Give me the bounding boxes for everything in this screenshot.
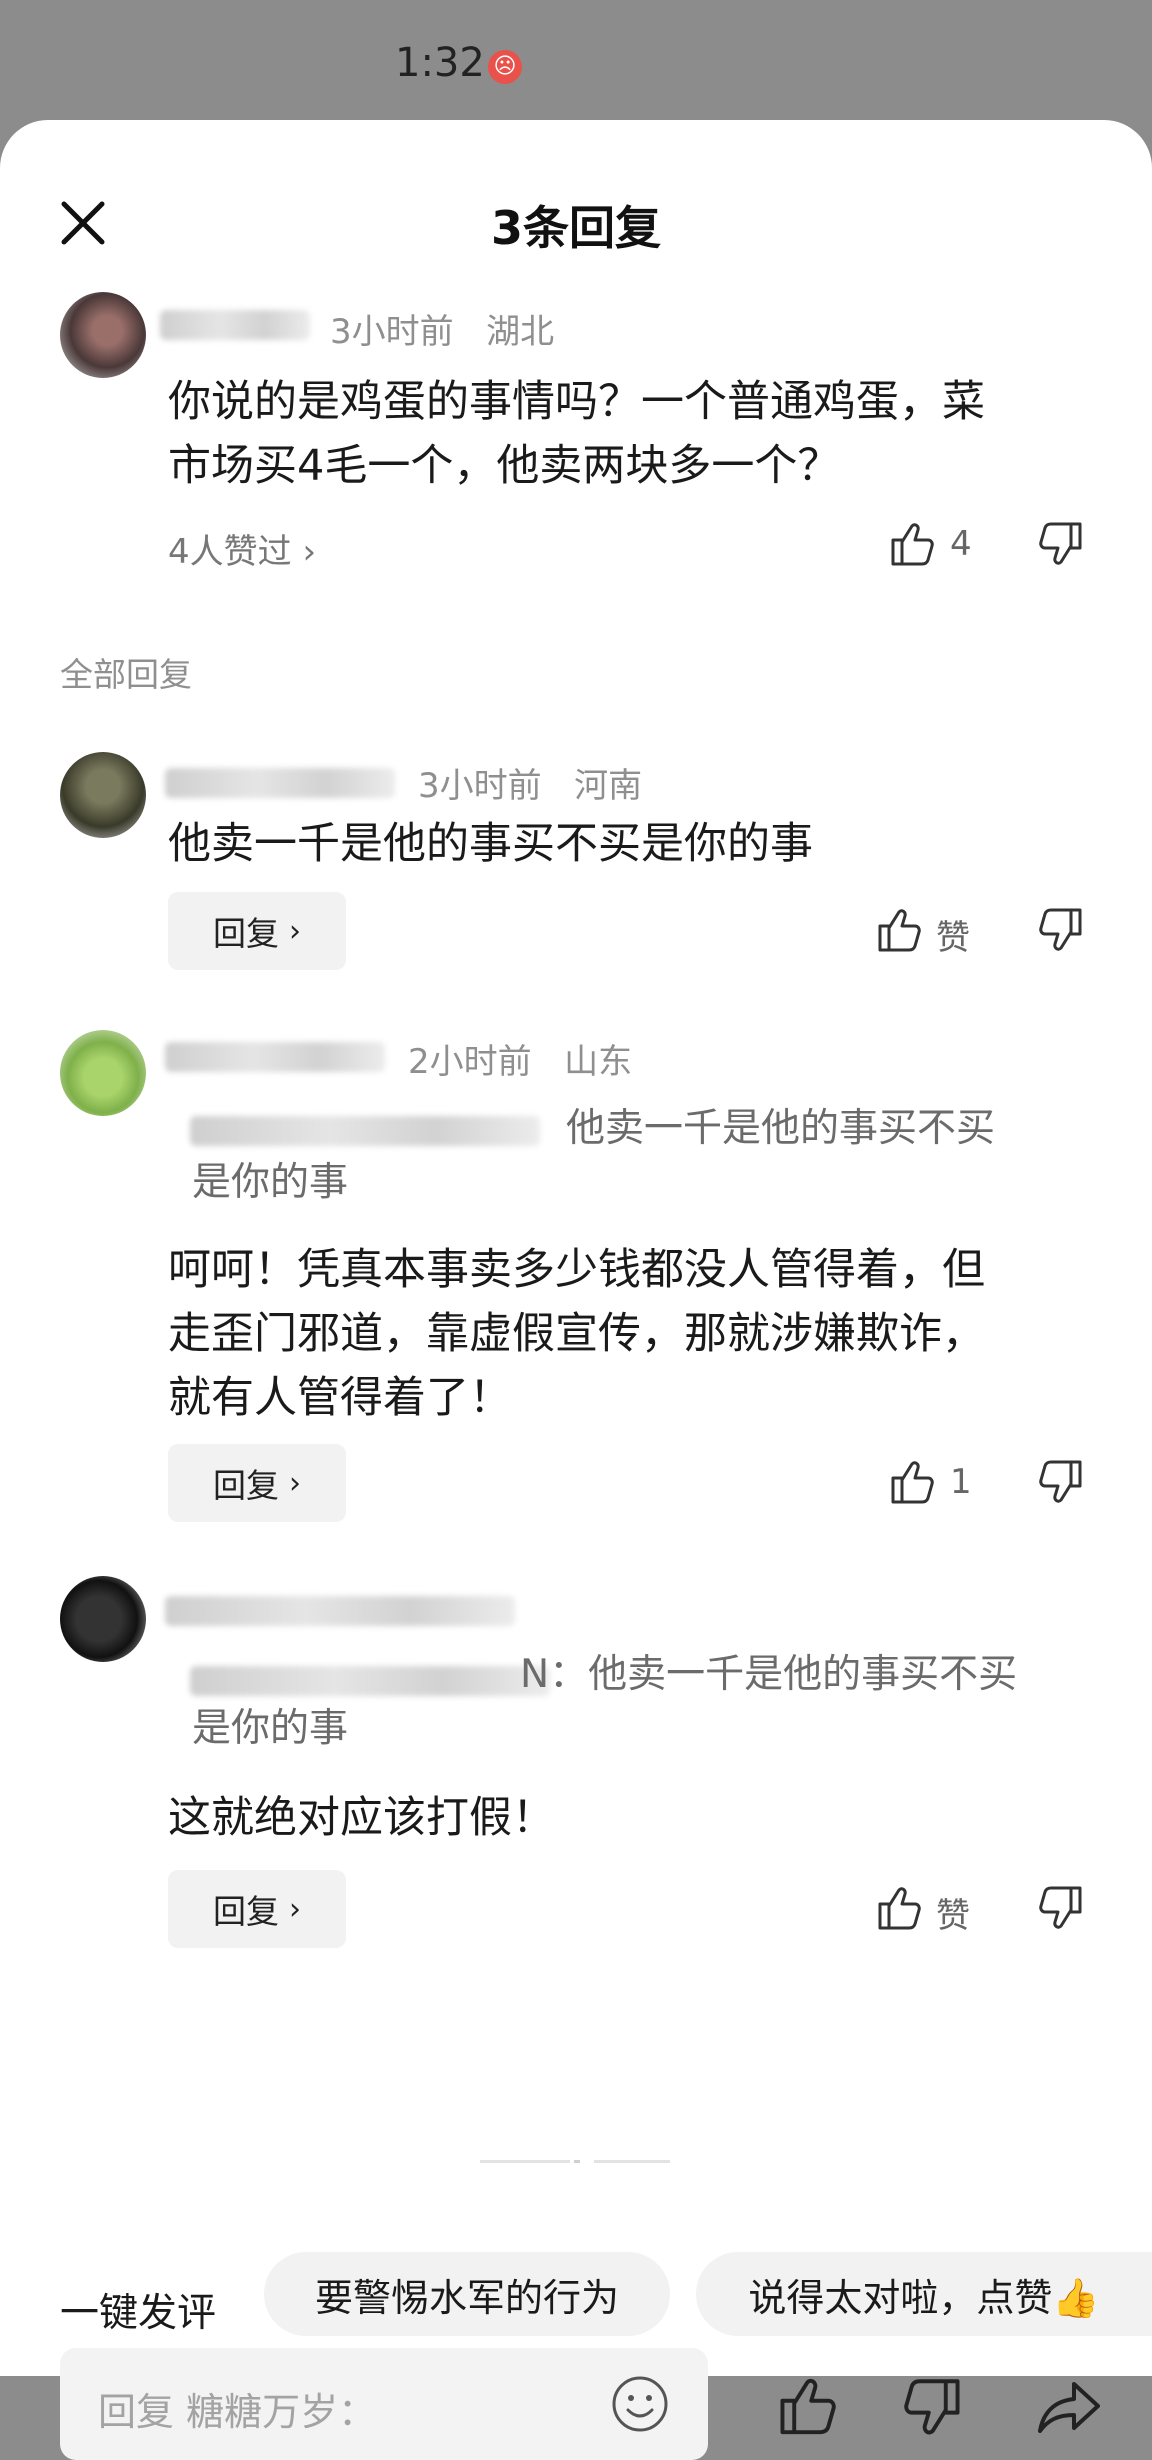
scroll-indicator <box>480 2160 570 2163</box>
quoted-text: 是你的事 <box>192 1702 1092 1756</box>
scroll-indicator <box>594 2160 670 2163</box>
thumb-down-icon[interactable] <box>1036 1884 1088 1936</box>
emoji-icon[interactable] <box>608 2372 672 2436</box>
quick-comment-label: 一键发评 <box>60 2291 217 2336</box>
quoted-text-line: 他卖一千是他的事买不买 <box>566 1106 996 1151</box>
like-count: 4 <box>950 524 972 564</box>
comment-meta: 3小时前 湖北 <box>330 304 554 353</box>
thumb-up-icon[interactable] <box>885 518 937 570</box>
chevron-right-icon: › <box>289 1891 301 1927</box>
reply-text: 这就绝对应该打假！ <box>168 1793 555 1843</box>
quoted-text-line: N：他卖一千是他的事买不买 <box>520 1652 1018 1697</box>
reply-text: 呵呵！凭真本事卖多少钱都没人管得着，但 走歪门邪道，靠虚假宣传，那就涉嫌欺诈， … <box>168 1238 1128 1430</box>
like-count: 1 <box>950 1462 972 1502</box>
thumb-up-icon[interactable] <box>885 1456 937 1508</box>
thumb-up-icon[interactable] <box>872 1882 924 1934</box>
reply-text-line: 呵呵！凭真本事卖多少钱都没人管得着，但 <box>168 1245 985 1295</box>
section-label: 全部回复 <box>60 655 192 694</box>
thumb-down-icon[interactable] <box>1036 906 1088 958</box>
quoted-username-blurred <box>190 1666 550 1696</box>
likes-link[interactable]: 4人赞过 › <box>168 524 316 573</box>
quoted-text-line: 是你的事 <box>192 1706 349 1751</box>
avatar[interactable] <box>60 292 146 378</box>
reply-text-line: 就有人管得着了！ <box>168 1373 512 1423</box>
reply-button[interactable]: 回复 › <box>168 1444 346 1522</box>
reply-button[interactable]: 回复 › <box>168 1870 346 1948</box>
reply-button-label: 回复 <box>213 914 279 953</box>
reply-location: 山东 <box>564 1042 633 1082</box>
username-blurred[interactable] <box>160 310 310 340</box>
quoted-text: N：他卖一千是他的事买不买 <box>520 1648 1120 1702</box>
comment-location: 湖北 <box>486 312 555 352</box>
reply-time: 2小时前 <box>408 1042 532 1082</box>
reply-meta: 3小时前 河南 <box>418 758 642 807</box>
thumb-up-icon[interactable] <box>772 2372 840 2440</box>
reply-text-line: 走歪门邪道，靠虚假宣传，那就涉嫌欺诈， <box>168 1309 985 1359</box>
reply-button-label: 回复 <box>213 1892 279 1931</box>
quick-comment-chip[interactable]: 说得太对啦，点赞👍 <box>696 2252 1152 2336</box>
sheet-title: 3条回复 <box>490 201 661 255</box>
username-blurred[interactable] <box>165 1042 385 1072</box>
thumb-down-icon[interactable] <box>1036 520 1088 572</box>
quick-comment-chip[interactable]: 要警惕水军的行为 <box>264 2252 670 2336</box>
quoted-text: 是你的事 <box>192 1156 1092 1210</box>
comment-text-line: 市场买4毛一个，他卖两块多一个？ <box>168 441 841 491</box>
share-icon[interactable] <box>1034 2372 1106 2444</box>
reply-time: 3小时前 <box>418 766 542 806</box>
reply-input[interactable]: 回复 糖糖万岁： <box>60 2348 708 2460</box>
scroll-indicator-dot <box>574 2160 580 2163</box>
comment-text: 你说的是鸡蛋的事情吗？一个普通鸡蛋，菜 市场买4毛一个，他卖两块多一个？ <box>168 370 1108 498</box>
username-blurred[interactable] <box>165 768 395 798</box>
chevron-right-icon: › <box>289 913 301 949</box>
status-time: 1:32 <box>395 40 485 86</box>
avatar[interactable] <box>60 1030 146 1116</box>
reply-text: 他卖一千是他的事买不买是你的事 <box>168 819 813 869</box>
like-label: 赞 <box>936 918 970 958</box>
comment-text-line: 你说的是鸡蛋的事情吗？一个普通鸡蛋，菜 <box>168 377 985 427</box>
like-label: 赞 <box>936 1896 970 1936</box>
thumb-down-icon[interactable] <box>900 2376 968 2444</box>
replies-sheet: 3条回复 3小时前 湖北 你说的是鸡蛋的事情吗？一个普通鸡蛋，菜 市场买4毛一个… <box>0 120 1152 2460</box>
thumb-up-icon[interactable] <box>872 904 924 956</box>
thumb-down-icon[interactable] <box>1036 1458 1088 1510</box>
reply-button-label: 回复 <box>213 1466 279 1505</box>
reply-meta: 2小时前 山东 <box>408 1034 632 1083</box>
reply-button[interactable]: 回复 › <box>168 892 346 970</box>
notification-badge-icon: ☹ <box>488 50 522 84</box>
comment-time: 3小时前 <box>330 312 454 352</box>
sheet-header: 3条回复 <box>0 170 1152 270</box>
avatar[interactable] <box>60 752 146 838</box>
reply-input-placeholder: 回复 糖糖万岁： <box>98 2390 377 2434</box>
username-blurred[interactable] <box>165 1596 515 1626</box>
avatar[interactable] <box>60 1576 146 1662</box>
quoted-username-blurred <box>190 1116 540 1146</box>
chevron-right-icon: › <box>289 1465 301 1501</box>
status-bar: 1:32 ☹ <box>0 0 1152 118</box>
quoted-text-line: 是你的事 <box>192 1160 349 1205</box>
reply-location: 河南 <box>574 766 643 806</box>
quoted-text: 他卖一千是他的事买不买 <box>566 1102 1086 1156</box>
